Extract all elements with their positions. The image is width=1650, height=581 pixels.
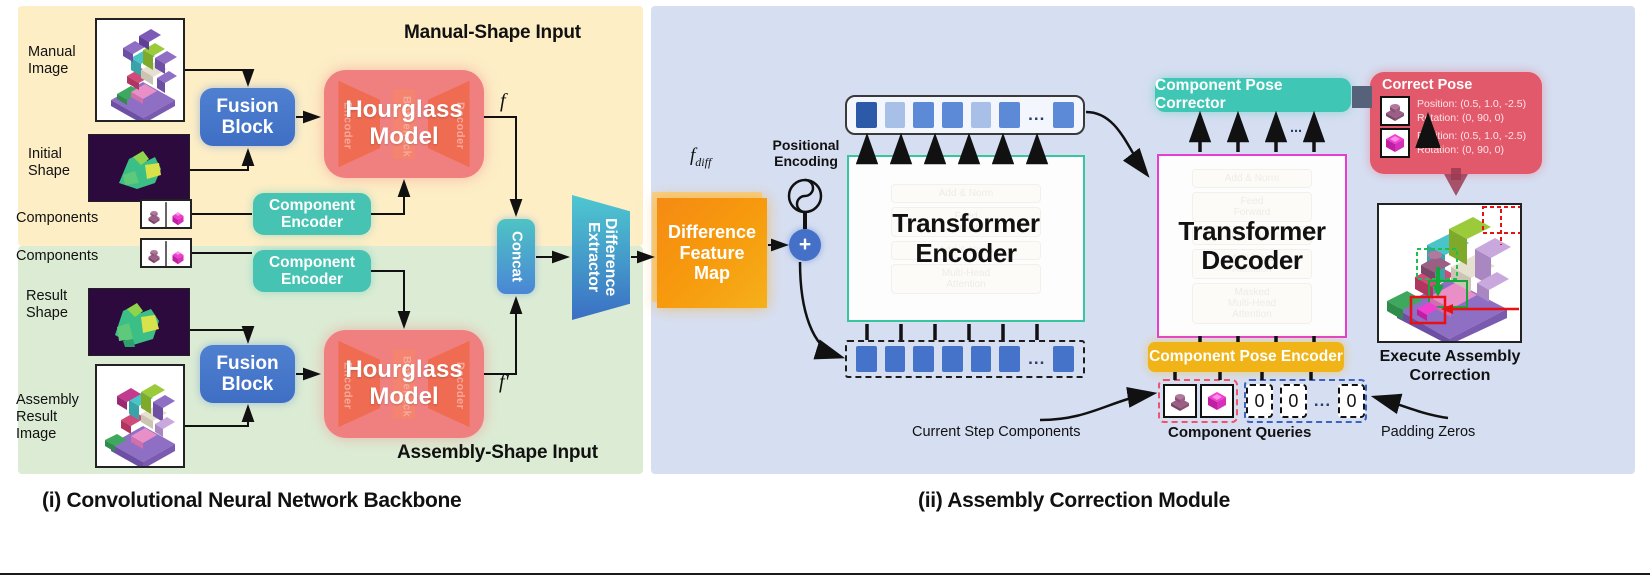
encoder-output-token	[884, 102, 906, 128]
depth-map-initial	[89, 135, 189, 201]
panel-assembly-title: Assembly-Shape Input	[397, 442, 598, 463]
result-shape-label: Result Shape	[26, 288, 68, 321]
manual-image-label: Manual Image	[28, 44, 76, 77]
transformer-encoder-block[interactable]: Add & Norm Feed Forward Add & Norm Multi…	[847, 155, 1085, 322]
transformer-decoder-label: Transformer Decoder	[1178, 215, 1326, 275]
ghost-add-norm: Add & Norm	[1192, 168, 1312, 188]
encoder-output-token	[970, 102, 992, 128]
panel-manual-title: Manual-Shape Input	[404, 22, 581, 43]
correct-pose-entry: Position: (0.5, 1.0, -2.5) Rotation: (0,…	[1370, 127, 1542, 159]
transformer-encoder-label: Transformer Encoder	[892, 208, 1040, 268]
components-label-top: Components	[16, 210, 99, 226]
lego-manual-illustration	[97, 20, 183, 120]
component-cylinder-icon	[1382, 98, 1408, 124]
correct-pose-component-icon	[1380, 128, 1410, 158]
lego-assembly-result-illustration	[97, 366, 183, 466]
add-positional-encoding-node: +	[789, 229, 821, 261]
correct-pose-entry: Position: (0.5, 1.0, -2.5) Rotation: (0,…	[1370, 95, 1542, 127]
manual-image-thumbnail	[95, 18, 185, 122]
ghost-masked-multi-head-attention: Masked Multi-Head Attention	[1192, 282, 1312, 324]
padding-zeros-group[interactable]: 0 0 ... 0	[1244, 379, 1367, 423]
encoder-input-token	[970, 346, 992, 372]
difference-extractor-label: Difference Extractor	[585, 218, 619, 297]
component-cylinder-icon	[1166, 388, 1193, 414]
correct-pose-title: Correct Pose	[1382, 77, 1473, 93]
correct-pose-rotation: Rotation: (0, 90, 0)	[1417, 144, 1504, 156]
encoder-output-token-strip: ...	[845, 95, 1085, 135]
fdiff-subscript: diff	[695, 154, 712, 169]
correct-pose-card: Correct Pose Position: (0.5, 1.0, -2.5) …	[1370, 72, 1542, 174]
encoder-output-token	[856, 102, 877, 128]
components-icons-bottom	[140, 238, 192, 268]
component-icon-pair-bottom	[142, 241, 190, 266]
hourglass-model-manual[interactable]: Encoder Bottleneck Decoder Hourglass Mod…	[324, 70, 484, 178]
assembly-result-thumbnail	[95, 364, 185, 468]
current-step-components-group[interactable]	[1158, 379, 1238, 423]
component-pose-encoder-block[interactable]: Component Pose Encoder	[1148, 342, 1344, 372]
ghost-add-norm: Add & Norm	[891, 183, 1041, 203]
assembly-correction-illustration	[1379, 205, 1520, 341]
encoder-input-token	[999, 346, 1021, 372]
feature-f-label: f	[500, 90, 506, 112]
fdiff-label: fdiff	[690, 145, 711, 170]
encoder-output-ellipsis: ...	[1028, 105, 1046, 124]
encoder-input-token-strip: ...	[845, 340, 1085, 378]
component-query-icon-cell[interactable]	[1199, 384, 1234, 418]
encoder-input-ellipsis: ...	[1028, 349, 1046, 368]
encoder-input-token	[942, 346, 963, 372]
component-encoder-manual[interactable]: Component Encoder	[253, 193, 371, 235]
encoder-output-token	[942, 102, 963, 128]
component-queries-label: Component Queries	[1168, 424, 1312, 441]
execute-assembly-result-image	[1377, 203, 1522, 343]
component-icon-pair-top	[142, 202, 190, 227]
initial-shape-depthmap	[88, 134, 190, 202]
assembly-result-image-label: Assembly Result Image	[16, 392, 79, 442]
execute-assembly-correction-label: Execute Assembly Correction	[1379, 348, 1521, 385]
padding-zero-cell[interactable]: 0	[1338, 384, 1365, 418]
component-query-icon-cell[interactable]	[1162, 384, 1197, 418]
encoder-input-token	[1053, 346, 1074, 372]
pose-corrector-ellipsis: ...	[1290, 120, 1303, 136]
encoder-input-token	[913, 346, 935, 372]
correct-pose-position: Position: (0.5, 1.0, -2.5)	[1417, 97, 1527, 110]
difference-feature-map-block[interactable]: Difference Feature Map	[657, 198, 767, 308]
padding-zero-cell[interactable]: 0	[1246, 384, 1273, 418]
difference-extractor-block[interactable]: Difference Extractor	[572, 195, 630, 320]
encoder-output-token	[999, 102, 1021, 128]
result-shape-depthmap	[88, 288, 190, 356]
padding-zero-cell[interactable]: 0	[1279, 384, 1307, 418]
components-label-bottom: Components	[16, 248, 99, 264]
positional-encoding-label: Positional Encoding	[772, 137, 840, 170]
component-pose-corrector-block[interactable]: Component Pose Corrector	[1155, 77, 1351, 112]
fusion-block-manual[interactable]: Fusion Block	[200, 88, 295, 146]
figure-caption-left: (i) Convolutional Neural Network Backbon…	[42, 489, 462, 512]
encoder-input-token	[884, 346, 906, 372]
components-icons-top	[140, 199, 192, 229]
correct-pose-position: Position: (0.5, 1.0, -2.5)	[1417, 129, 1527, 142]
correct-pose-rotation: Rotation: (0, 90, 0)	[1417, 112, 1504, 124]
component-hexagon-icon	[1203, 388, 1230, 414]
concat-block[interactable]: Concat	[497, 219, 535, 294]
depth-map-result	[89, 289, 189, 355]
encoder-output-token	[913, 102, 935, 128]
hourglass-model-label-assembly: Hourglass Model	[345, 356, 463, 410]
hourglass-model-label-manual: Hourglass Model	[345, 96, 463, 150]
hourglass-model-assembly[interactable]: Encoder Bottleneck Decoder Hourglass Mod…	[324, 330, 484, 438]
feature-f-prime-label: f'	[499, 371, 509, 393]
padding-zeros-label: Padding Zeros	[1381, 424, 1476, 440]
encoder-input-token	[856, 346, 877, 372]
figure-bottom-rule	[0, 573, 1650, 575]
current-step-components-label: Current Step Components	[912, 424, 1081, 440]
component-encoder-assembly[interactable]: Component Encoder	[253, 250, 371, 292]
component-hexagon-icon	[1382, 130, 1408, 156]
concat-label: Concat	[508, 231, 526, 282]
encoder-output-token	[1053, 102, 1074, 128]
transformer-decoder-block[interactable]: Add & Norm Feed Forward Add & Norm Multi…	[1157, 154, 1347, 338]
fusion-block-assembly[interactable]: Fusion Block	[200, 345, 295, 403]
ghost-multi-head-attention: Multi-Head Attention	[891, 263, 1041, 294]
correct-pose-component-icon	[1380, 96, 1410, 126]
initial-shape-label: Initial Shape	[28, 146, 70, 179]
padding-zeros-ellipsis: ...	[1313, 391, 1332, 410]
figure-caption-right: (ii) Assembly Correction Module	[918, 489, 1230, 512]
